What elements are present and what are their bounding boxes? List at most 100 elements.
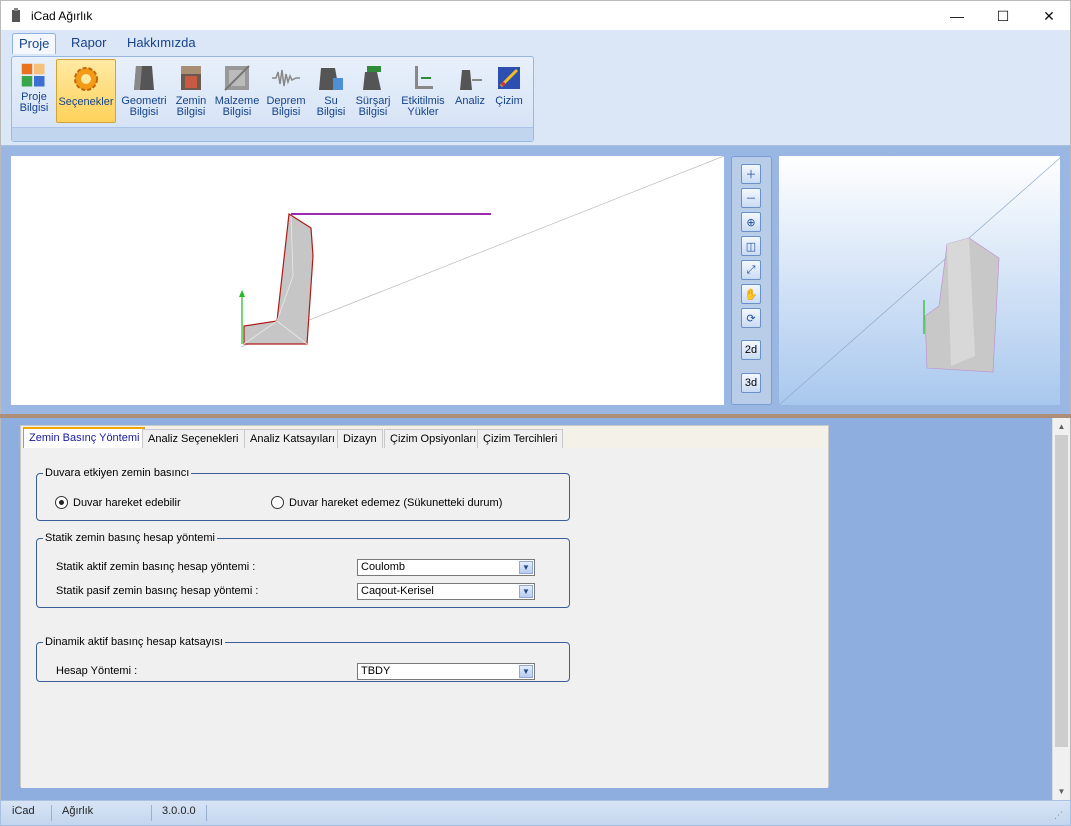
water-button[interactable]: Su Bilgisi	[312, 59, 350, 123]
tab-dizayn[interactable]: Dizayn	[337, 429, 383, 449]
applied-loads-button[interactable]: Etkitilmis Yükler	[398, 59, 448, 123]
analysis-icon	[460, 70, 482, 90]
zoom-out-icon[interactable]: －	[741, 188, 761, 208]
dynamic-pressure-legend: Dinamik aktif basınç hesap katsayısı	[45, 636, 223, 648]
calc-method-value: TBDY	[361, 665, 391, 677]
status-separator	[51, 805, 52, 821]
geometry-label: Geometri Bilgisi	[121, 95, 167, 118]
chevron-down-icon: ▼	[519, 585, 533, 598]
zoom-selection-icon[interactable]: ◫	[741, 236, 761, 256]
analysis-button[interactable]: Analiz	[452, 59, 488, 123]
view-toolstrip: ＋ － ⊕ ◫ ⤢ ✋ ⟳ 2d 3d	[731, 156, 772, 405]
ribbon-tab-rapor[interactable]: Rapor	[65, 33, 112, 54]
zoom-window-icon[interactable]: ⊕	[741, 212, 761, 232]
calc-method-select[interactable]: TBDY ▼	[357, 663, 535, 680]
drawing-viewport-3d[interactable]	[778, 156, 1061, 406]
viewport-area: ＋ － ⊕ ◫ ⤢ ✋ ⟳ 2d 3d	[0, 146, 1071, 414]
radio-dot	[271, 496, 284, 509]
project-info-icon	[21, 63, 45, 87]
loads-icon	[415, 66, 433, 89]
project-info-label: Proje Bilgisi	[19, 91, 49, 114]
settings-tabcontrol: Zemin Basınç Yöntemi Analiz Seçenekleri …	[20, 425, 829, 788]
soil-label: Zemin Bilgisi	[175, 95, 207, 118]
calc-method-label: Hesap Yöntemi :	[56, 665, 138, 677]
tab-analiz-secenekleri[interactable]: Analiz Seçenekleri	[142, 429, 245, 449]
status-separator	[151, 805, 152, 821]
scroll-up-icon[interactable]: ▲	[1053, 418, 1070, 435]
project-info-button[interactable]: Proje Bilgisi	[14, 59, 54, 123]
soil-icon	[181, 66, 201, 90]
material-label: Malzeme Bilgisi	[214, 95, 260, 118]
material-button[interactable]: Malzeme Bilgisi	[214, 59, 260, 123]
chevron-down-icon: ▼	[519, 561, 533, 574]
ribbon-group-footer	[12, 127, 533, 141]
drawing-button[interactable]: Çizim	[490, 59, 528, 123]
ribbon-tabbar: Proje Rapor Hakkımızda	[0, 30, 1071, 54]
scroll-thumb[interactable]	[1055, 435, 1068, 747]
geometry-icon	[134, 66, 154, 90]
title-bar: iCad Ağırlık — ☐ ✕	[0, 0, 1071, 30]
ground-line	[240, 155, 725, 348]
tab-zemin-basinc-yontemi[interactable]: Zemin Basınç Yöntemi	[23, 427, 146, 449]
drawing-icon	[498, 67, 520, 89]
options-button[interactable]: Seçenekler	[56, 59, 116, 123]
seismic-label: Deprem Bilgisi	[266, 95, 306, 118]
maximize-button[interactable]: ☐	[980, 1, 1026, 31]
surcharge-button[interactable]: Sürşarj Bilgisi	[352, 59, 394, 123]
water-icon	[319, 68, 343, 90]
vertical-scrollbar[interactable]: ▲ ▼	[1052, 418, 1070, 800]
status-module: Ağırlık	[62, 805, 94, 817]
radio-wall-can-move[interactable]: Duvar hareket edebilir	[55, 496, 181, 509]
status-app: iCad	[12, 805, 35, 817]
zoom-in-icon[interactable]: ＋	[741, 164, 761, 184]
static-passive-label: Statik pasif zemin basınç hesap yöntemi …	[56, 585, 259, 597]
ribbon-body: Proje Bilgisi Seçenekler Geometri Bilgis…	[0, 54, 1071, 146]
wall-body	[243, 212, 314, 345]
app-icon	[12, 8, 20, 22]
dynamic-pressure-group: Dinamik aktif basınç hesap katsayısı Hes…	[36, 636, 570, 682]
resize-grip-icon[interactable]: ⋰	[1054, 810, 1066, 822]
options-label: Seçenekler	[58, 96, 114, 108]
tab-strip: Zemin Basınç Yöntemi Analiz Seçenekleri …	[21, 426, 828, 449]
tab-cizim-tercihleri[interactable]: Çizim Tercihleri	[477, 429, 564, 449]
seismic-icon	[272, 69, 300, 87]
static-active-method-select[interactable]: Coulomb ▼	[357, 559, 535, 576]
static-pressure-group: Statik zemin basınç hesap yöntemi Statik…	[36, 532, 570, 608]
static-passive-method-select[interactable]: Caqout-Kerisel ▼	[357, 583, 535, 600]
material-icon	[224, 65, 250, 91]
gear-icon	[74, 67, 98, 91]
static-passive-value: Caqout-Kerisel	[361, 585, 434, 597]
window-title: iCad Ağırlık	[31, 9, 93, 23]
radio-wall-cannot-move[interactable]: Duvar hareket edemez (Sükunetteki durum)	[271, 496, 502, 509]
radio-wall-can-move-label: Duvar hareket edebilir	[73, 496, 181, 509]
applied-loads-label: Etkitilmis Yükler	[401, 95, 445, 118]
zoom-extents-icon[interactable]: ⤢	[741, 260, 761, 280]
tab-cizim-opsiyonlari[interactable]: Çizim Opsiyonları	[384, 429, 483, 449]
scroll-down-icon[interactable]: ▼	[1053, 783, 1070, 800]
ribbon-tab-hakkimizda[interactable]: Hakkımızda	[121, 33, 202, 54]
wall-pressure-legend: Duvara etkiyen zemin basıncı	[45, 467, 190, 479]
geometry-button[interactable]: Geometri Bilgisi	[120, 59, 168, 123]
seismic-button[interactable]: Deprem Bilgisi	[264, 59, 308, 123]
minimize-button[interactable]: —	[934, 1, 980, 31]
static-active-value: Coulomb	[361, 561, 406, 573]
view-2d-button[interactable]: 2d	[741, 340, 761, 360]
drawing-viewport-2d[interactable]	[11, 155, 725, 405]
ribbon-tab-proje[interactable]: Proje	[12, 33, 57, 54]
refresh-icon[interactable]: ⟳	[741, 308, 761, 328]
analysis-label: Analiz	[455, 95, 485, 107]
ribbon-group-proje: Proje Bilgisi Seçenekler Geometri Bilgis…	[11, 56, 534, 142]
static-active-label: Statik aktif zemin basınç hesap yöntemi …	[56, 561, 256, 573]
chevron-down-icon: ▼	[519, 665, 533, 678]
status-version: 3.0.0.0	[162, 805, 196, 817]
close-button[interactable]: ✕	[1026, 1, 1071, 31]
water-label: Su Bilgisi	[316, 95, 346, 118]
view-3d-button[interactable]: 3d	[741, 373, 761, 393]
static-pressure-legend: Statik zemin basınç hesap yöntemi	[45, 532, 215, 544]
tab-analiz-katsayilari[interactable]: Analiz Katsayıları	[244, 429, 341, 449]
radio-wall-cannot-move-label: Duvar hareket edemez (Sükunetteki durum)	[289, 496, 503, 509]
drawing-label: Çizim	[495, 95, 523, 107]
soil-button[interactable]: Zemin Bilgisi	[170, 59, 212, 123]
pan-hand-icon[interactable]: ✋	[741, 284, 761, 304]
status-bar: iCad Ağırlık 3.0.0.0 ⋰	[0, 800, 1071, 826]
